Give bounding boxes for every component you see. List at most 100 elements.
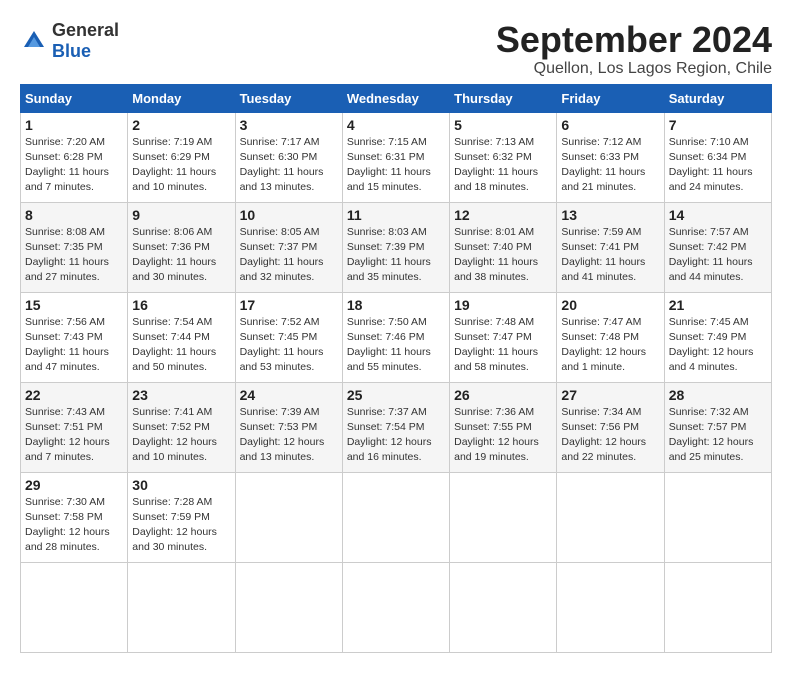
calendar-cell <box>664 472 771 562</box>
calendar-cell: 25 Sunrise: 7:37 AMSunset: 7:54 PMDayligh… <box>342 382 449 472</box>
day-detail: Sunrise: 7:36 AMSunset: 7:55 PMDaylight:… <box>454 405 552 466</box>
calendar-cell: 5Sunrise: 7:13 AMSunset: 6:32 PMDaylight… <box>450 112 557 202</box>
day-detail: Sunrise: 7:30 AMSunset: 7:58 PMDaylight:… <box>25 495 123 556</box>
day-detail: Sunrise: 8:05 AMSunset: 7:37 PMDaylight:… <box>240 225 338 286</box>
day-number: 29 <box>25 477 123 493</box>
day-number: 9 <box>132 207 230 223</box>
calendar-cell: 29 Sunrise: 7:30 AMSunset: 7:58 PMDayligh… <box>21 472 128 562</box>
calendar-cell: 19 Sunrise: 7:48 AMSunset: 7:47 PMDayligh… <box>450 292 557 382</box>
day-number: 13 <box>561 207 659 223</box>
day-detail: Sunrise: 8:01 AMSunset: 7:40 PMDaylight:… <box>454 225 552 286</box>
day-number: 16 <box>132 297 230 313</box>
page-header: General Blue September 2024 Quellon, Los… <box>20 20 772 78</box>
calendar-cell: 22 Sunrise: 7:43 AMSunset: 7:51 PMDayligh… <box>21 382 128 472</box>
day-detail: Sunrise: 8:08 AMSunset: 7:35 PMDaylight:… <box>25 225 123 286</box>
calendar-cell: 23Sunrise: 7:41 AMSunset: 7:52 PMDayligh… <box>128 382 235 472</box>
calendar-cell: 3 Sunrise: 7:17 AMSunset: 6:30 PMDaylight… <box>235 112 342 202</box>
day-number: 23 <box>132 387 230 403</box>
calendar-cell: 1Sunrise: 7:20 AMSunset: 6:28 PMDaylight… <box>21 112 128 202</box>
day-number: 2 <box>132 117 230 133</box>
weekday-header-cell: Sunday <box>21 84 128 112</box>
day-detail: Sunrise: 7:52 AMSunset: 7:45 PMDaylight:… <box>240 315 338 376</box>
calendar-cell <box>557 562 664 652</box>
logo-text-blue: Blue <box>52 41 91 61</box>
day-number: 15 <box>25 297 123 313</box>
calendar-cell <box>235 472 342 562</box>
day-number: 11 <box>347 207 445 223</box>
day-number: 17 <box>240 297 338 313</box>
calendar-cell: 9 Sunrise: 8:06 AMSunset: 7:36 PMDaylight… <box>128 202 235 292</box>
logo: General Blue <box>20 20 119 62</box>
day-detail: Sunrise: 7:15 AMSunset: 6:31 PMDaylight:… <box>347 135 445 196</box>
calendar-cell: 24Sunrise: 7:39 AMSunset: 7:53 PMDayligh… <box>235 382 342 472</box>
day-detail: Sunrise: 7:56 AMSunset: 7:43 PMDaylight:… <box>25 315 123 376</box>
day-detail: Sunrise: 7:10 AMSunset: 6:34 PMDaylight:… <box>669 135 767 196</box>
calendar-cell: 2 Sunrise: 7:19 AMSunset: 6:29 PMDaylight… <box>128 112 235 202</box>
day-number: 21 <box>669 297 767 313</box>
day-detail: Sunrise: 7:57 AMSunset: 7:42 PMDaylight:… <box>669 225 767 286</box>
calendar-row <box>21 562 772 652</box>
day-number: 8 <box>25 207 123 223</box>
calendar-cell: 15 Sunrise: 7:56 AMSunset: 7:43 PMDayligh… <box>21 292 128 382</box>
day-number: 3 <box>240 117 338 133</box>
calendar-body: 1Sunrise: 7:20 AMSunset: 6:28 PMDaylight… <box>21 112 772 652</box>
calendar-cell <box>342 562 449 652</box>
calendar-row: 29 Sunrise: 7:30 AMSunset: 7:58 PMDayligh… <box>21 472 772 562</box>
calendar-cell <box>21 562 128 652</box>
day-number: 10 <box>240 207 338 223</box>
calendar-cell <box>450 562 557 652</box>
day-number: 27 <box>561 387 659 403</box>
calendar-row: 15 Sunrise: 7:56 AMSunset: 7:43 PMDayligh… <box>21 292 772 382</box>
day-number: 7 <box>669 117 767 133</box>
day-detail: Sunrise: 7:19 AMSunset: 6:29 PMDaylight:… <box>132 135 230 196</box>
day-number: 1 <box>25 117 123 133</box>
day-detail: Sunrise: 7:37 AMSunset: 7:54 PMDaylight:… <box>347 405 445 466</box>
day-number: 12 <box>454 207 552 223</box>
calendar-row: 22 Sunrise: 7:43 AMSunset: 7:51 PMDayligh… <box>21 382 772 472</box>
day-detail: Sunrise: 7:28 AMSunset: 7:59 PMDaylight:… <box>132 495 230 556</box>
day-number: 30 <box>132 477 230 493</box>
day-detail: Sunrise: 7:43 AMSunset: 7:51 PMDaylight:… <box>25 405 123 466</box>
day-detail: Sunrise: 7:54 AMSunset: 7:44 PMDaylight:… <box>132 315 230 376</box>
calendar-cell: 21Sunrise: 7:45 AMSunset: 7:49 PMDayligh… <box>664 292 771 382</box>
day-number: 25 <box>347 387 445 403</box>
calendar-cell <box>450 472 557 562</box>
day-number: 14 <box>669 207 767 223</box>
calendar-cell: 6Sunrise: 7:12 AMSunset: 6:33 PMDaylight… <box>557 112 664 202</box>
calendar-cell: 18Sunrise: 7:50 AMSunset: 7:46 PMDayligh… <box>342 292 449 382</box>
month-title: September 2024 <box>496 20 772 60</box>
weekday-header-row: SundayMondayTuesdayWednesdayThursdayFrid… <box>21 84 772 112</box>
calendar-cell: 8 Sunrise: 8:08 AMSunset: 7:35 PMDaylight… <box>21 202 128 292</box>
calendar-cell <box>557 472 664 562</box>
calendar-cell: 16 Sunrise: 7:54 AMSunset: 7:44 PMDayligh… <box>128 292 235 382</box>
title-section: September 2024 Quellon, Los Lagos Region… <box>496 20 772 78</box>
calendar-cell: 12 Sunrise: 8:01 AMSunset: 7:40 PMDayligh… <box>450 202 557 292</box>
calendar-table: SundayMondayTuesdayWednesdayThursdayFrid… <box>20 84 772 653</box>
calendar-cell: 20Sunrise: 7:47 AMSunset: 7:48 PMDayligh… <box>557 292 664 382</box>
calendar-row: 8 Sunrise: 8:08 AMSunset: 7:35 PMDaylight… <box>21 202 772 292</box>
calendar-cell <box>342 472 449 562</box>
calendar-cell <box>128 562 235 652</box>
calendar-cell: 17 Sunrise: 7:52 AMSunset: 7:45 PMDayligh… <box>235 292 342 382</box>
weekday-header-cell: Wednesday <box>342 84 449 112</box>
day-detail: Sunrise: 7:32 AMSunset: 7:57 PMDaylight:… <box>669 405 767 466</box>
weekday-header-cell: Friday <box>557 84 664 112</box>
day-detail: Sunrise: 7:48 AMSunset: 7:47 PMDaylight:… <box>454 315 552 376</box>
day-number: 28 <box>669 387 767 403</box>
logo-icon <box>20 27 48 55</box>
day-detail: Sunrise: 8:06 AMSunset: 7:36 PMDaylight:… <box>132 225 230 286</box>
day-number: 4 <box>347 117 445 133</box>
day-number: 18 <box>347 297 445 313</box>
day-number: 19 <box>454 297 552 313</box>
logo-text-general: General <box>52 20 119 40</box>
day-detail: Sunrise: 7:34 AMSunset: 7:56 PMDaylight:… <box>561 405 659 466</box>
day-detail: Sunrise: 8:03 AMSunset: 7:39 PMDaylight:… <box>347 225 445 286</box>
day-detail: Sunrise: 7:17 AMSunset: 6:30 PMDaylight:… <box>240 135 338 196</box>
calendar-cell <box>235 562 342 652</box>
day-number: 22 <box>25 387 123 403</box>
calendar-cell: 14 Sunrise: 7:57 AMSunset: 7:42 PMDayligh… <box>664 202 771 292</box>
calendar-cell: 4 Sunrise: 7:15 AMSunset: 6:31 PMDaylight… <box>342 112 449 202</box>
day-number: 6 <box>561 117 659 133</box>
calendar-cell: 7 Sunrise: 7:10 AMSunset: 6:34 PMDaylight… <box>664 112 771 202</box>
calendar-cell: 28 Sunrise: 7:32 AMSunset: 7:57 PMDayligh… <box>664 382 771 472</box>
